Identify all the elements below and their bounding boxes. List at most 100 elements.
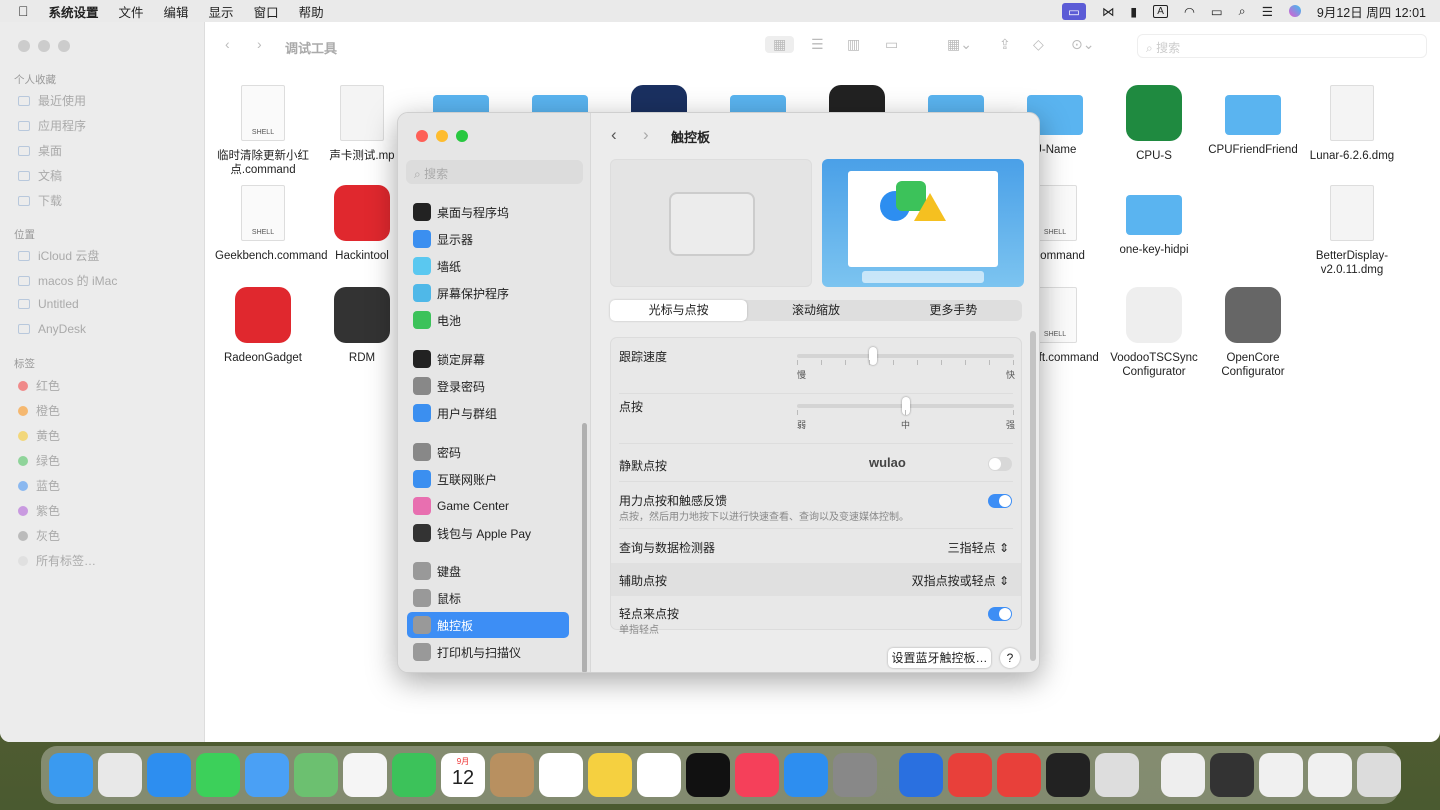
back-button[interactable]: ‹ [611,125,617,145]
settings-sidebar-item[interactable]: 电池 [407,307,569,333]
dock-app-store-icon[interactable] [784,753,828,797]
dock-contacts-icon[interactable] [490,753,534,797]
menu-file[interactable]: 文件 [119,2,144,21]
settings-sidebar-item[interactable]: 键盘 [407,558,569,584]
settings-sidebar-item[interactable]: 锁定屏幕 [407,346,569,372]
clock[interactable]: 9月12日 周四 12:01 [1317,2,1426,21]
settings-sidebar-item[interactable]: 用户与群组 [407,400,569,426]
force-click-toggle[interactable] [988,494,1012,508]
battery-icon[interactable]: ▭ [1211,4,1223,19]
tap-to-click-toggle[interactable] [988,607,1012,621]
dock-tv-icon[interactable] [686,753,730,797]
zoom-button[interactable] [58,40,70,52]
dock-anydesk-2-icon[interactable] [997,753,1041,797]
dock-finder-icon[interactable] [49,753,93,797]
sidebar-tag[interactable]: 橙色 [18,402,60,419]
more-icon[interactable]: ⊙⌄ [1071,36,1094,53]
settings-sidebar-item[interactable]: 登录密码 [407,373,569,399]
input-method-icon[interactable]: A [1153,4,1168,18]
dock-messages-icon[interactable] [196,753,240,797]
sidebar-tag[interactable]: 红色 [18,377,60,394]
settings-sidebar-item[interactable]: 打印机与扫描仪 [407,639,569,665]
dock-screenshot-3-icon[interactable] [1308,753,1352,797]
file-item[interactable]: SHELL Geekbench.command [215,185,328,263]
dock-calendar-icon[interactable]: 9月 12 [441,753,485,797]
screen-mirror-icon[interactable]: ▭ [1062,2,1086,20]
dock-safari-icon[interactable] [147,753,191,797]
minimize-button[interactable] [38,40,50,52]
sidebar-item[interactable]: 最近使用 [18,92,86,109]
sidebar-item[interactable]: macos 的 iMac [18,272,117,289]
file-item[interactable]: RadeonGadget [215,287,311,365]
sidebar-tag[interactable]: 蓝色 [18,477,60,494]
tracking-speed-slider[interactable] [797,347,1014,365]
sidebar-tag[interactable]: 灰色 [18,527,60,544]
settings-sidebar-item[interactable]: 屏幕保护程序 [407,280,569,306]
file-item[interactable]: BetterDisplay-v2.0.11.dmg [1304,185,1400,277]
sidebar-item[interactable]: 文稿 [18,167,62,184]
click-pressure-slider[interactable] [797,397,1014,415]
settings-sidebar-item[interactable]: 鼠标 [407,585,569,611]
dock-file-icon[interactable] [1161,753,1205,797]
file-item[interactable]: one-key-hidpi [1106,185,1202,257]
close-button[interactable] [416,130,428,142]
tab-scroll-zoom[interactable]: 滚动缩放 [747,300,884,321]
secondary-click-popup[interactable]: 双指点按或轻点 ⇕ [912,572,1009,589]
gallery-view-icon[interactable]: ▭ [885,36,898,53]
pane-scrollbar[interactable] [1030,331,1036,661]
dock-facetime-icon[interactable] [392,753,436,797]
dock-disk-utility-icon[interactable] [1095,753,1139,797]
siri-icon[interactable] [1288,5,1301,17]
file-item[interactable]: SHELL 临时清除更新小红点.command [215,85,311,177]
help-button[interactable]: ? [1000,648,1020,668]
column-view-icon[interactable]: ▥ [847,36,860,53]
spotlight-icon[interactable]: ⌕ [1239,4,1246,19]
file-item[interactable]: VoodooTSCSync Configurator [1106,287,1202,379]
sidebar-scrollbar[interactable] [582,423,587,672]
sidebar-item[interactable]: 应用程序 [18,117,86,134]
wifi-icon[interactable]: ◠ [1184,4,1195,19]
sidebar-item[interactable]: iCloud 云盘 [18,247,99,264]
menu-app[interactable]: 系统设置 [49,2,99,21]
settings-search-input[interactable]: ⌕ 搜索 [406,160,583,184]
dock-freeform-icon[interactable] [637,753,681,797]
sidebar-item[interactable]: Untitled [18,297,79,311]
settings-sidebar-item[interactable]: 墙纸 [407,253,569,279]
dock-trash-icon[interactable] [1357,753,1401,797]
back-button[interactable]: ‹ [225,36,230,52]
dock-maps-icon[interactable] [294,753,338,797]
file-item[interactable]: Hackintool [314,185,410,263]
finder-search-input[interactable]: ⌕ 搜索 [1137,34,1427,58]
dock-mail-icon[interactable] [245,753,289,797]
settings-sidebar-item[interactable]: 桌面与程序坞 [407,199,569,225]
tag-icon[interactable]: ◇ [1033,36,1044,53]
file-item[interactable]: Lunar-6.2.6.dmg [1304,85,1400,163]
file-item[interactable]: 声卡测试.mp [314,85,410,163]
menu-view[interactable]: 显示 [209,2,234,21]
dock-terminal-icon[interactable] [1046,753,1090,797]
setup-bluetooth-trackpad-button[interactable]: 设置蓝牙触控板… [888,648,991,668]
send-icon[interactable]: ⋈ [1102,4,1115,19]
menu-window[interactable]: 窗口 [254,2,279,21]
file-item[interactable]: CPUFriendFriend [1205,85,1301,157]
forward-button[interactable]: › [643,125,649,145]
dock-reminders-icon[interactable] [539,753,583,797]
dock-notes-icon[interactable] [588,753,632,797]
control-center-icon[interactable]: ☰ [1262,4,1273,19]
group-icon[interactable]: ▦⌄ [947,36,972,53]
sidebar-item[interactable]: 下载 [18,192,62,209]
dock-screenshot-1-icon[interactable] [1210,753,1254,797]
dock-system-settings-icon[interactable] [833,753,877,797]
dock-music-icon[interactable] [735,753,779,797]
tab-more-gestures[interactable]: 更多手势 [885,300,1022,321]
minimize-button[interactable] [436,130,448,142]
sidebar-tag[interactable]: 黄色 [18,427,60,444]
settings-sidebar-item[interactable]: 密码 [407,439,569,465]
share-icon[interactable]: ⇪ [999,36,1011,53]
settings-sidebar-item[interactable]: Game Center [407,493,569,519]
zoom-button[interactable] [456,130,468,142]
file-item[interactable]: RDM [314,287,410,365]
sidebar-tag[interactable]: 所有标签… [18,552,96,569]
apple-icon[interactable]:  [18,3,29,19]
sidebar-item[interactable]: AnyDesk [18,322,86,336]
